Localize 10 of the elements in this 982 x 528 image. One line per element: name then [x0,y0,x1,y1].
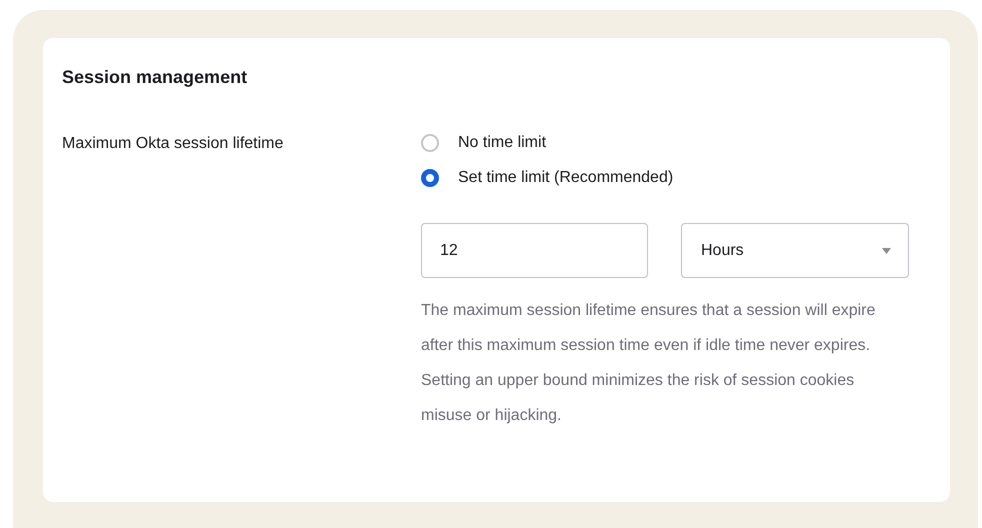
caret-icon [882,248,891,254]
radio-option[interactable]: Set time limit (Recommended) [421,168,911,188]
section-title: Session management [62,66,248,88]
unit-dropdown[interactable]: Hours [681,223,909,278]
radio-icon[interactable] [421,169,439,187]
radio-option[interactable]: No time limit [421,133,911,153]
amount-field[interactable]: 12 [421,223,648,278]
field-label: Maximum Okta session lifetime [62,134,284,154]
radio-icon[interactable] [421,134,439,152]
help-text: The maximum session lifetime ensures that a session will expire after this maximum session time even if idle time never expires. Setting an upper bound minimizes the risk of session cookies misuse or hijacking. [421,301,876,426]
